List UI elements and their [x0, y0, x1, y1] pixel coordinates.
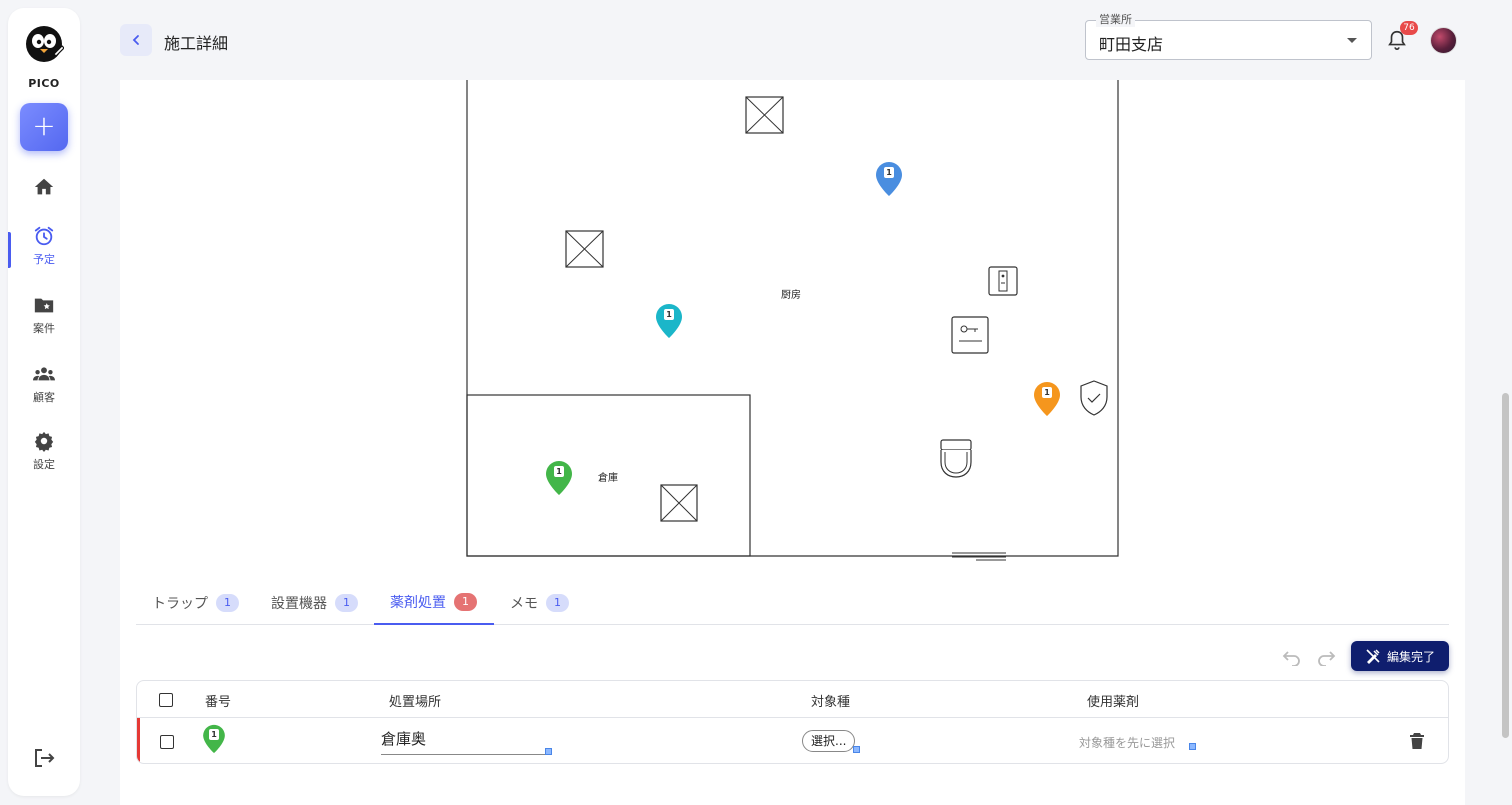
- room-label-storage: 倉庫: [598, 473, 618, 484]
- tab-count-badge: 1: [335, 593, 358, 612]
- edit-done-label: 編集完了: [1386, 649, 1435, 664]
- map-pin-orange[interactable]: 1: [1033, 381, 1061, 417]
- tab-count-badge: 1: [546, 593, 569, 612]
- back-button[interactable]: [120, 24, 152, 56]
- sidebar-item-customers[interactable]: 顧客: [8, 363, 80, 405]
- location-input[interactable]: 倉庫奥: [381, 729, 546, 755]
- chemical-placeholder: 対象種を先に選択: [1079, 736, 1176, 750]
- pin-number: 1: [884, 167, 894, 178]
- pin-number: 1: [1042, 387, 1052, 398]
- pin-number: 1: [554, 466, 564, 477]
- tab-memo[interactable]: メモ 1: [494, 580, 585, 625]
- logo-text: PICO: [28, 77, 60, 90]
- target-select-button[interactable]: 選択...: [802, 730, 856, 752]
- add-button[interactable]: +: [20, 103, 68, 151]
- scrollbar-thumb[interactable]: [1502, 393, 1509, 738]
- branch-label: 営業所: [1096, 13, 1135, 27]
- notification-badge: 76: [1400, 21, 1418, 35]
- header-target: 対象種: [811, 695, 851, 710]
- header-location: 処置場所: [389, 695, 442, 710]
- undo-icon[interactable]: [1280, 650, 1302, 666]
- row-checkbox[interactable]: [160, 735, 174, 749]
- table-header: 番号 処置場所 対象種 使用薬剤: [137, 681, 1448, 718]
- sidebar: PICO + 予定 案件 顧客 設定: [8, 8, 80, 796]
- caret-down-icon: [1347, 38, 1357, 43]
- folder-star-icon: [34, 298, 54, 313]
- pico-logo[interactable]: PICO: [24, 24, 65, 90]
- row-pin-green: 1: [202, 724, 226, 754]
- page-title: 施工詳細: [164, 34, 229, 53]
- edit-off-icon: [1366, 649, 1380, 664]
- row-accent: [137, 718, 140, 763]
- avatar[interactable]: [1430, 27, 1457, 54]
- pin-number: 1: [664, 309, 674, 320]
- header-chemical: 使用薬剤: [1087, 695, 1140, 710]
- sidebar-item-label: 予定: [33, 253, 55, 266]
- logout-icon[interactable]: [32, 746, 56, 770]
- map-pin-teal[interactable]: 1: [655, 303, 683, 339]
- tab-traps[interactable]: トラップ 1: [136, 580, 255, 625]
- sidebar-item-settings[interactable]: 設定: [8, 430, 80, 472]
- tab-count-badge: 1: [216, 593, 239, 612]
- tab-installed-devices[interactable]: 設置機器 1: [255, 580, 374, 625]
- branch-value: 町田支店: [1099, 35, 1164, 54]
- content-card: 厨房 倉庫 1 1 1 1 トラップ 1 設置機器 1 薬剤処置 1 メモ 1: [120, 80, 1465, 805]
- tab-bar: トラップ 1 設置機器 1 薬剤処置 1 メモ 1: [136, 580, 1449, 625]
- alarm-clock-icon: [34, 226, 54, 246]
- tab-label: 薬剤処置: [390, 594, 446, 611]
- treatment-table: 番号 処置場所 対象種 使用薬剤 1 倉庫奥 選択... 対象種を先に選択: [136, 680, 1449, 764]
- resize-handle[interactable]: [1189, 743, 1196, 750]
- pin-number: 1: [209, 729, 219, 740]
- branch-select[interactable]: 営業所 町田支店: [1085, 13, 1372, 60]
- shield-check-icon[interactable]: [1080, 380, 1108, 416]
- toilet-icon[interactable]: [940, 439, 972, 478]
- home-icon: [34, 178, 54, 195]
- map-pin-blue[interactable]: 1: [875, 161, 903, 197]
- select-all-checkbox[interactable]: [159, 693, 173, 707]
- resize-handle[interactable]: [853, 746, 860, 753]
- map-pin-green[interactable]: 1: [545, 460, 573, 496]
- sidebar-item-label: 案件: [33, 322, 55, 335]
- device-box-icon[interactable]: [988, 266, 1018, 296]
- tab-label: メモ: [510, 595, 538, 612]
- sidebar-item-schedule[interactable]: 予定: [8, 225, 80, 267]
- sidebar-item-label: 設定: [33, 458, 55, 471]
- table-row[interactable]: 1 倉庫奥 選択... 対象種を先に選択: [137, 718, 1448, 763]
- tab-count-badge: 1: [454, 592, 477, 611]
- tab-label: 設置機器: [271, 595, 327, 612]
- edit-done-button[interactable]: 編集完了: [1351, 641, 1449, 671]
- crossed-box-icon[interactable]: [565, 230, 604, 268]
- crossed-box-icon[interactable]: [745, 96, 784, 134]
- resize-handle[interactable]: [545, 748, 552, 755]
- sidebar-item-projects[interactable]: 案件: [8, 294, 80, 336]
- sidebar-item-home[interactable]: [8, 176, 80, 198]
- chevron-left-icon: [132, 35, 139, 45]
- gear-icon: [34, 431, 54, 452]
- tab-label: トラップ: [152, 595, 208, 612]
- redo-icon[interactable]: [1316, 650, 1338, 666]
- header-number: 番号: [205, 695, 232, 710]
- penguin-logo-icon: [26, 26, 65, 62]
- crossed-box-icon[interactable]: [660, 484, 698, 522]
- trash-icon[interactable]: [1409, 732, 1425, 750]
- group-icon: [33, 367, 55, 381]
- sidebar-item-label: 顧客: [33, 391, 55, 404]
- room-label-kitchen: 厨房: [781, 290, 801, 301]
- tab-chemical-treatment[interactable]: 薬剤処置 1: [374, 580, 494, 625]
- key-box-icon[interactable]: [951, 316, 989, 354]
